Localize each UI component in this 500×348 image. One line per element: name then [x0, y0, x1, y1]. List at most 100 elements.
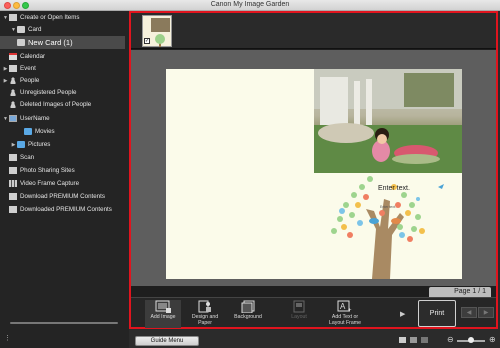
download-icon — [9, 193, 17, 200]
layout-icon — [291, 300, 307, 313]
add-text-icon: A + — [337, 300, 353, 314]
background-label: Background — [234, 314, 262, 320]
film-icon — [9, 180, 17, 187]
scanner-icon — [9, 154, 17, 161]
sidebar-item-pictures[interactable]: ▶ Pictures — [10, 139, 50, 150]
chevron-down-icon[interactable]: ▼ — [10, 27, 17, 33]
sidebar-item-label: UserName — [20, 115, 50, 122]
sidebar-item-deleted-people[interactable]: Deleted Images of People — [2, 99, 91, 110]
title-bar: Canon My Image Garden — [0, 0, 500, 11]
add-text-button[interactable]: A + Add Text or Layout Frame — [325, 300, 365, 328]
status-bar: Guide Menu ⊖ ⊕ — [129, 331, 500, 348]
sidebar-item-card[interactable]: ▼ Card — [10, 24, 41, 35]
layout-label: Layout — [291, 314, 307, 320]
svg-text:+: + — [348, 308, 352, 313]
sidebar-item-username[interactable]: ▼ UserName — [2, 113, 50, 124]
design-paper-button[interactable]: Design and Paper — [187, 300, 223, 328]
photo-sharing-icon — [9, 167, 17, 174]
sidebar-item-label: Calendar — [20, 53, 46, 60]
item-edit-area: ✓ Enter text. Enter text. Page 1 / 1 Add… — [129, 11, 498, 329]
sidebar-item-movies[interactable]: Movies — [17, 126, 55, 137]
window-title: Canon My Image Garden — [210, 1, 290, 8]
sidebar-item-calendar[interactable]: Calendar — [2, 51, 45, 62]
event-icon — [9, 65, 17, 72]
svg-text:A: A — [340, 302, 346, 311]
page-thumbnail[interactable]: ✓ — [142, 15, 172, 47]
sidebar-item-video-frame[interactable]: Video Frame Capture — [2, 178, 79, 189]
sidebar-item-label: Event — [20, 65, 36, 72]
sidebar-item-label: Download PREMIUM Contents — [20, 193, 105, 200]
print-button[interactable]: Print — [418, 300, 456, 327]
sidebar-item-downloaded-premium[interactable]: Downloaded PREMIUM Contents — [2, 204, 112, 215]
sidebar-item-label: Downloaded PREMIUM Contents — [20, 206, 112, 213]
add-image-label: Add Image — [150, 314, 176, 320]
zoom-out-icon[interactable]: ⊖ — [447, 335, 454, 344]
chevron-right-icon[interactable]: ▶ — [10, 142, 17, 148]
text-box[interactable]: Enter text. — [378, 185, 410, 192]
sidebar-item-people[interactable]: ▶ People — [2, 75, 39, 86]
computer-icon — [9, 115, 17, 122]
sidebar-menu-icon[interactable]: ⋮ — [4, 334, 11, 342]
design-paper-label: Design and Paper — [191, 314, 219, 326]
create-items-icon — [9, 14, 17, 21]
sidebar-item-label: New Card (1) — [28, 38, 73, 47]
sidebar-item-label: Card — [28, 26, 42, 33]
sidebar-item-label: Deleted Images of People — [20, 101, 92, 108]
sidebar: ▼ Create or Open Items ▼ Card New Card (… — [0, 11, 129, 329]
sidebar-item-label: Photo Sharing Sites — [20, 167, 75, 174]
sidebar-item-event[interactable]: ▶ Event — [2, 63, 36, 74]
design-paper-icon — [197, 300, 213, 313]
add-image-icon — [155, 300, 171, 313]
multi-view-icon[interactable] — [410, 337, 417, 343]
sidebar-item-new-card[interactable]: New Card (1) — [0, 36, 125, 49]
card-icon — [17, 26, 25, 33]
sidebar-item-download-premium[interactable]: Download PREMIUM Contents — [2, 191, 105, 202]
single-view-icon[interactable] — [399, 337, 406, 343]
sidebar-item-label: Create or Open Items — [20, 14, 80, 21]
page-indicator: Page 1 / 1 — [429, 287, 491, 297]
chevron-right-icon[interactable]: ▶ — [2, 66, 9, 72]
sidebar-scrollbar[interactable] — [10, 322, 118, 324]
person-icon — [9, 101, 17, 108]
sidebar-item-photo-sharing[interactable]: Photo Sharing Sites — [2, 165, 75, 176]
background-icon — [240, 300, 256, 314]
thumbnail-tree — [155, 34, 165, 47]
guide-menu-button[interactable]: Guide Menu — [135, 336, 199, 346]
app-window: Canon My Image Garden ▼ Create or Open I… — [0, 0, 500, 348]
layout-button[interactable]: Layout — [281, 300, 317, 328]
background-button[interactable]: Background — [230, 300, 266, 328]
edit-toolbar: Add Image Design and Paper Background La… — [131, 297, 496, 328]
chevron-right-icon[interactable]: ▶ — [400, 310, 406, 318]
sidebar-footer: ⋮ — [0, 329, 129, 348]
thumbnail-photo — [151, 18, 170, 32]
previous-page-button[interactable]: ◀ — [461, 307, 477, 318]
card-page: Enter text. Enter text. — [166, 69, 462, 279]
sidebar-item-label: Scan — [20, 154, 35, 161]
add-image-button[interactable]: Add Image — [145, 300, 181, 328]
sidebar-item-scan[interactable]: Scan — [2, 152, 34, 163]
sidebar-item-label: Movies — [35, 128, 55, 135]
sidebar-item-label: Unregistered People — [20, 89, 77, 96]
page-thumbnail-strip: ✓ — [131, 13, 496, 49]
photo-frame[interactable] — [314, 69, 462, 173]
sidebar-item-label: People — [20, 77, 40, 84]
folder-icon — [24, 128, 32, 135]
add-text-label: Add Text or Layout Frame — [328, 314, 361, 326]
text-box-small[interactable]: Enter text. — [380, 205, 396, 209]
sidebar-item-create-open[interactable]: ▼ Create or Open Items — [2, 12, 80, 23]
zoom-slider-handle[interactable] — [468, 337, 474, 343]
checkbox-icon[interactable]: ✓ — [144, 38, 150, 44]
photo-scene — [314, 69, 462, 173]
card-icon — [17, 39, 25, 46]
chevron-down-icon[interactable]: ▼ — [2, 15, 9, 21]
next-page-button[interactable]: ▶ — [478, 307, 494, 318]
calendar-icon — [9, 53, 17, 60]
person-icon — [9, 89, 17, 96]
chevron-right-icon[interactable]: ▶ — [2, 78, 9, 84]
downloaded-icon — [9, 206, 17, 213]
full-view-icon[interactable] — [421, 337, 428, 343]
sidebar-item-label: Pictures — [28, 141, 51, 148]
chevron-down-icon[interactable]: ▼ — [2, 116, 9, 122]
sidebar-item-unregistered-people[interactable]: Unregistered People — [2, 87, 76, 98]
zoom-in-icon[interactable]: ⊕ — [489, 335, 496, 344]
